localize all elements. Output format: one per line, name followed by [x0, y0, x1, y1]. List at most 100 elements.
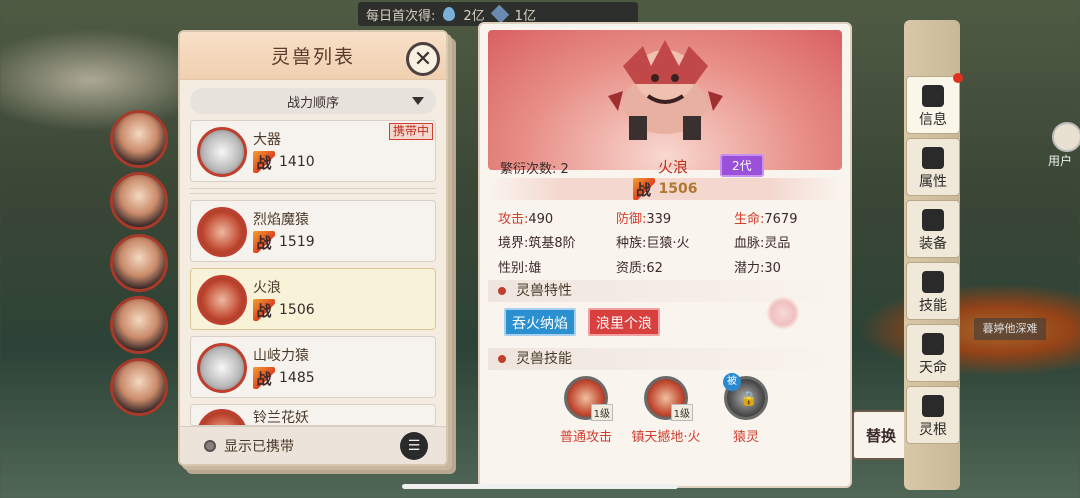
close-button[interactable]: ✕ — [406, 42, 440, 76]
list-filter-icon: ☰ — [407, 438, 421, 454]
close-icon: ✕ — [413, 46, 433, 72]
stat-aptitude: 资质:62 — [616, 261, 663, 276]
battle-power-icon: 战 — [253, 151, 275, 173]
stat-bloodline: 血脉:灵品 — [734, 236, 791, 251]
beast-illustration — [608, 40, 723, 140]
skill-name: 普通攻击 — [559, 430, 612, 445]
beast-name: 铃兰花妖 — [253, 410, 309, 426]
tab-spirit-root[interactable]: 灵根 — [906, 386, 960, 444]
beast-list-item[interactable]: 铃兰花妖 — [190, 404, 436, 426]
battle-power-icon: 战 — [253, 367, 275, 389]
beast-name: 烈焰魔猿 — [253, 212, 309, 228]
beast-list-item-selected[interactable]: 火浪 战 1506 — [190, 268, 436, 330]
beast-avatar — [197, 275, 247, 325]
show-carried-label[interactable]: 显示已携带 — [224, 436, 294, 456]
list-divider — [190, 188, 436, 194]
stat-attack: 攻击:490 — [498, 212, 554, 227]
beast-power: 战 1485 — [253, 367, 315, 389]
replace-label: 替换 — [865, 426, 896, 445]
lock-icon: 🔒 — [740, 391, 758, 407]
user-label: 用户 — [1048, 154, 1073, 168]
main-stats: 攻击:490 防御:339 生命:7679 — [498, 208, 840, 227]
beast-list-item[interactable]: 山岐力猿 战 1485 — [190, 336, 436, 398]
breed-count: 繁衍次数: 2 — [500, 158, 569, 177]
stat-gender: 性别:雄 — [498, 261, 542, 276]
tab-skills[interactable]: 技能 — [906, 262, 960, 320]
gem-icon — [490, 4, 509, 24]
beast-power: 战 1519 — [253, 231, 315, 253]
beast-power: 战 1506 — [253, 299, 315, 321]
character-portrait[interactable] — [110, 234, 168, 292]
list-title: 灵兽列表 — [270, 46, 355, 68]
user-icon — [1052, 122, 1080, 152]
character-portrait[interactable] — [110, 172, 168, 230]
breed-count-label: 繁衍次数: — [500, 162, 557, 177]
beast-avatar — [197, 127, 247, 177]
spirit-root-icon — [922, 395, 944, 417]
stat-realm: 境界:筑基8阶 — [498, 236, 576, 251]
equipment-icon — [922, 209, 944, 231]
battle-power-icon: 战 — [253, 299, 275, 321]
home-indicator[interactable] — [402, 484, 678, 489]
info-icon — [922, 85, 944, 107]
beast-list-item[interactable]: 大器 战 1410 携带中 — [190, 120, 436, 182]
tab-equipment[interactable]: 装备 — [906, 200, 960, 258]
tab-info[interactable]: 信息 — [906, 73, 963, 134]
character-portrait-column — [110, 110, 180, 420]
beast-detail-name: 火浪 — [658, 158, 689, 176]
skills-icon — [922, 271, 944, 293]
detail-power: 战 1506 — [488, 178, 842, 200]
tab-destiny[interactable]: 天命 — [906, 324, 960, 382]
notification-dot — [953, 73, 963, 83]
user-button[interactable]: 用户 — [1048, 122, 1080, 172]
destiny-icon — [922, 333, 944, 355]
trait-tag[interactable]: 吞火纳焰 — [504, 308, 576, 336]
flower-decoration-icon — [766, 296, 800, 330]
stat-defense: 防御:339 — [616, 212, 672, 227]
list-footer: 显示已携带 ☰ — [180, 426, 446, 464]
skill-slot-locked[interactable]: 被 🔒 猿灵 — [706, 373, 786, 445]
character-portrait[interactable] — [110, 110, 168, 168]
battle-power-icon: 战 — [632, 178, 655, 200]
side-tab-bar: 信息 属性 装备 技能 天命 灵根 — [904, 20, 963, 490]
generation-badge: 2代 — [720, 154, 764, 177]
beast-power-value: 1519 — [279, 234, 315, 250]
beast-name: 山岐力猿 — [253, 348, 309, 364]
beast-power-value: 1410 — [279, 154, 315, 170]
character-portrait[interactable] — [110, 358, 168, 416]
beast-avatar — [197, 409, 247, 425]
water-drop-icon — [443, 7, 456, 21]
beast-power-value: 1506 — [279, 302, 315, 318]
attribute-grid: 境界:筑基8阶 种族:巨猿·火 血脉:灵品 性别:雄 资质:62 潜力:30 — [498, 232, 840, 276]
carried-badge: 携带中 — [388, 123, 433, 140]
character-portrait[interactable] — [110, 296, 168, 354]
beast-detail-panel: 繁衍次数: 2 火浪 2代 战 1506 攻击:490 防御:339 生命:76… — [478, 22, 852, 488]
show-carried-radio[interactable] — [204, 439, 216, 452]
sort-label: 战力顺序 — [286, 95, 339, 111]
replace-button[interactable]: 替换 — [852, 410, 910, 460]
beast-power: 战 1410 — [253, 151, 315, 173]
skills-section-title: 灵兽技能 — [488, 348, 842, 370]
beast-list-panel: 灵兽列表 ✕ 战力顺序 大器 战 1410 携带中 烈焰魔猿 战 1519 火浪… — [178, 30, 448, 466]
skill-slot[interactable]: 1级 镇天撼地·火 — [626, 376, 706, 445]
skill-icon: 被 🔒 — [723, 373, 768, 420]
tab-attributes[interactable]: 属性 — [906, 138, 960, 196]
skill-slot[interactable]: 1级 普通攻击 — [546, 376, 626, 445]
reward-amount-1: 2亿 — [463, 8, 485, 24]
detail-power-value: 1506 — [658, 181, 698, 197]
skill-icon: 1级 — [564, 376, 613, 421]
beast-name: 大器 — [253, 132, 281, 148]
breed-count-value: 2 — [560, 162, 569, 177]
beast-list-item[interactable]: 烈焰魔猿 战 1519 — [190, 200, 436, 262]
reward-amount-2: 1亿 — [514, 8, 536, 24]
skill-icon: 1级 — [644, 376, 693, 421]
sort-dropdown[interactable]: 战力顺序 — [190, 88, 436, 114]
attributes-icon — [922, 147, 944, 169]
chevron-down-icon — [412, 97, 424, 105]
trait-tag[interactable]: 浪里个浪 — [588, 308, 660, 336]
beast-power-value: 1485 — [279, 370, 315, 386]
stat-hp: 生命:7679 — [734, 212, 798, 227]
filter-button[interactable]: ☰ — [400, 432, 428, 460]
skill-level: 1级 — [670, 404, 693, 421]
map-location-label: 暮婷他深难 — [974, 318, 1046, 340]
